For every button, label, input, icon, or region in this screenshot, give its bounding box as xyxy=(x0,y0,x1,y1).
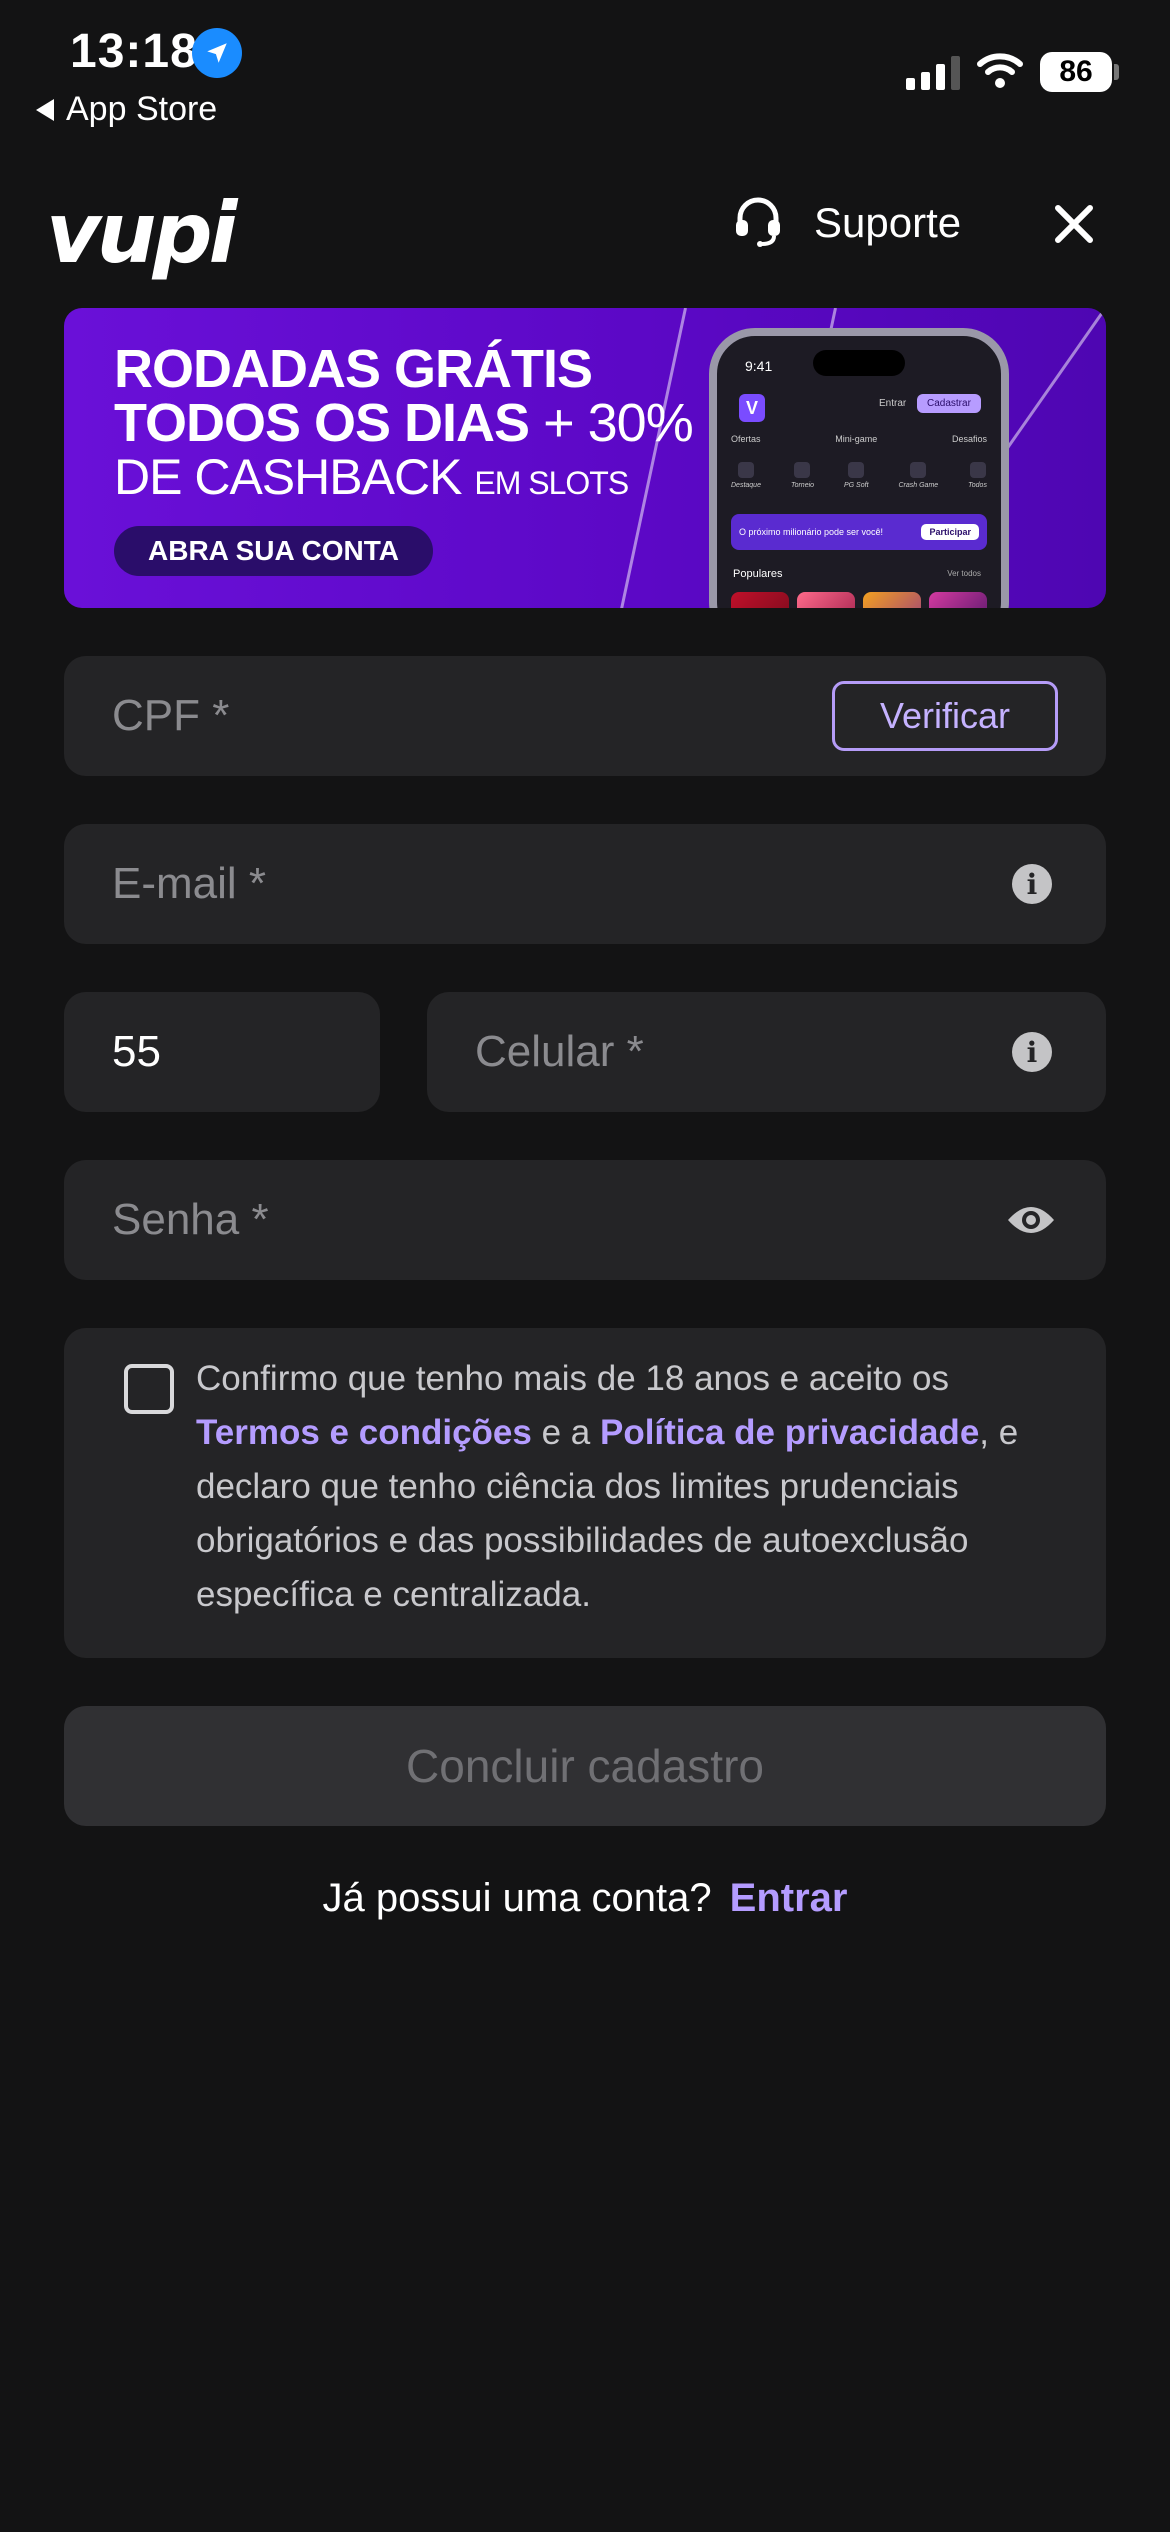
phone-placeholder: Celular * xyxy=(475,1027,644,1076)
cpf-placeholder: CPF * xyxy=(112,691,230,740)
banner-cta-button[interactable]: ABRA SUA CONTA xyxy=(114,526,433,576)
phone-register-button: Cadastrar xyxy=(917,394,981,413)
phone-notch xyxy=(813,350,905,376)
terms-box: Confirmo que tenho mais de 18 anos e ace… xyxy=(64,1328,1106,1658)
phone-promo-card: O próximo milionário pode ser você! Part… xyxy=(731,514,987,550)
country-code-value: 55 xyxy=(112,1027,161,1076)
banner-headline-2-extra: + 30% xyxy=(543,393,694,453)
phone-section-more: Ver todos xyxy=(947,569,981,578)
login-prompt-text: Já possui uma conta? xyxy=(322,1876,712,1920)
phone-category: Torneio xyxy=(791,462,814,489)
phone-game-thumbnails xyxy=(731,592,987,608)
phone-category: Destaque xyxy=(731,462,761,489)
phone-tab: Ofertas xyxy=(731,434,761,444)
promo-banner[interactable]: RODADAS GRÁTIS TODOS OS DIAS + 30% DE CA… xyxy=(64,308,1106,608)
phone-tabs: Ofertas Mini-game Desafios xyxy=(731,434,987,444)
banner-headline-2-text: TODOS OS DIAS xyxy=(114,393,530,453)
back-triangle-icon xyxy=(36,98,54,121)
login-link[interactable]: Entrar xyxy=(730,1876,848,1920)
banner-headline-3-small: EM SLOTS xyxy=(474,465,629,501)
verify-cpf-button[interactable]: Verificar xyxy=(832,681,1058,751)
phone-tab: Desafios xyxy=(951,434,987,444)
back-to-app-store[interactable]: App Store xyxy=(36,90,217,129)
info-icon[interactable]: i xyxy=(1012,1032,1052,1072)
location-arrow-icon xyxy=(192,28,242,78)
email-placeholder: E-mail * xyxy=(112,859,267,908)
phone-categories: Destaque Torneio PG Soft Crash Game Todo… xyxy=(731,462,987,489)
banner-headline-1: RODADAS GRÁTIS xyxy=(114,339,593,399)
game-thumbnail xyxy=(731,592,789,608)
info-icon[interactable]: i xyxy=(1012,864,1052,904)
terms-checkbox[interactable] xyxy=(124,1364,174,1414)
login-prompt: Já possui uma conta? Entrar xyxy=(0,1876,1170,1921)
phone-category: Crash Game xyxy=(898,462,938,489)
show-password-eye-icon[interactable] xyxy=(1006,1200,1056,1240)
battery-tip xyxy=(1114,64,1119,80)
game-thumbnail xyxy=(863,592,921,608)
terms-text-part2: e a xyxy=(531,1413,600,1452)
terms-link[interactable]: Termos e condições xyxy=(196,1413,532,1452)
privacy-policy-link[interactable]: Política de privacidade xyxy=(600,1413,979,1452)
support-label: Suporte xyxy=(814,198,962,246)
phone-category: PG Soft xyxy=(844,462,869,489)
status-bar: 13:18 App Store 86 xyxy=(0,0,1170,140)
phone-app-logo: V xyxy=(739,394,765,422)
back-app-label: App Store xyxy=(66,90,218,128)
battery-indicator: 86 xyxy=(1040,52,1112,92)
phone-tab: Mini-game xyxy=(835,434,878,444)
terms-text-part1: Confirmo que tenho mais de 18 anos e ace… xyxy=(196,1359,949,1398)
cellular-signal-icon xyxy=(906,54,960,90)
vupi-logo: vupi xyxy=(46,184,237,282)
phone-login-button: Entrar xyxy=(879,398,907,409)
phone-category: Todos xyxy=(968,462,987,489)
password-placeholder: Senha * xyxy=(112,1195,269,1244)
status-time: 13:18 xyxy=(70,25,198,78)
banner-headline-3: DE CASHBACK EM SLOTS xyxy=(114,448,629,506)
phone-promo-text: O próximo milionário pode ser você! xyxy=(739,527,884,537)
email-field[interactable]: E-mail * i xyxy=(64,824,1106,944)
headset-icon xyxy=(730,192,786,253)
close-icon[interactable] xyxy=(1050,200,1098,248)
banner-phone-mockup: 9:41 V Entrar Cadastrar Ofertas Mini-gam… xyxy=(709,328,1009,608)
support-button[interactable]: Suporte xyxy=(730,192,961,253)
cpf-field[interactable]: CPF * Verificar xyxy=(64,656,1106,776)
banner-headline-2: TODOS OS DIAS + 30% xyxy=(114,392,694,454)
phone-section-label: Populares xyxy=(733,568,783,580)
password-field[interactable]: Senha * xyxy=(64,1160,1106,1280)
banner-headline-3-text: DE CASHBACK xyxy=(114,449,462,505)
country-code-field[interactable]: 55 xyxy=(64,992,380,1112)
phone-promo-button: Participar xyxy=(921,524,979,540)
wifi-icon xyxy=(976,50,1024,95)
phone-field[interactable]: Celular * i xyxy=(427,992,1106,1112)
terms-text: Confirmo que tenho mais de 18 anos e ace… xyxy=(196,1352,1056,1622)
game-thumbnail xyxy=(929,592,987,608)
game-thumbnail xyxy=(797,592,855,608)
phone-time: 9:41 xyxy=(745,358,773,374)
submit-registration-button[interactable]: Concluir cadastro xyxy=(64,1706,1106,1826)
